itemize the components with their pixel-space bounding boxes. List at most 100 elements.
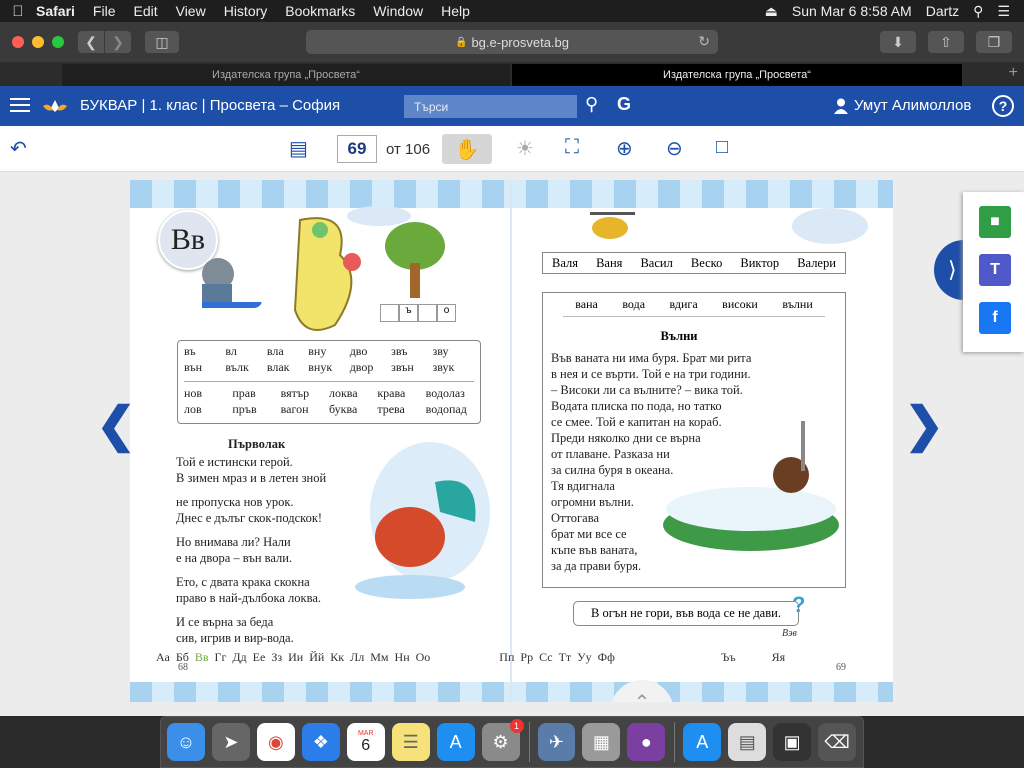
window-controls xyxy=(12,36,72,48)
clock[interactable]: Sun Mar 6 8:58 AM xyxy=(792,3,912,19)
helicopter-illustration xyxy=(590,212,635,239)
zoom-out-icon[interactable]: ⊖ xyxy=(666,136,683,161)
cloud-illustration xyxy=(792,208,868,244)
menu-view[interactable]: View xyxy=(176,3,206,19)
app-store-icon[interactable]: A xyxy=(436,723,475,761)
app-store-folder-icon[interactable]: A xyxy=(683,723,722,761)
prosveta-logo[interactable] xyxy=(40,96,70,116)
poem-stanza: Но внимава ли? Нали е на двора – вън вали… xyxy=(176,535,293,565)
control-center-icon[interactable]: ☰ xyxy=(997,3,1010,20)
new-tab-button[interactable]: + xyxy=(1009,64,1018,82)
poem-stanza: Той е истински герой. В зимен мраз и в ле… xyxy=(176,455,327,485)
bathtub-illustration xyxy=(663,421,839,551)
question-mark-icon: ? xyxy=(792,592,806,617)
share-side-panel: ■ T f xyxy=(963,192,1024,352)
document-icon[interactable]: ▤ xyxy=(728,723,767,761)
sidebar-toggle-button[interactable]: ◫ xyxy=(145,31,179,53)
alphabet-strip: Аа Бб Вв Гг Дд Ее Зз Ии Йй Кк Лл Мм Нн Оо Пп Рр Сс Тт Уу Ф… xyxy=(156,650,786,664)
forward-button[interactable]: ❯ xyxy=(105,31,131,53)
letter-tiles: ъ о xyxy=(380,304,456,322)
minimize-window-button[interactable] xyxy=(32,36,44,48)
syllable-row: нов прав вятър локва крава водолаз xyxy=(184,386,465,400)
fullscreen-icon[interactable]: ⛶ xyxy=(565,136,579,159)
menu-history[interactable]: History xyxy=(224,3,268,19)
tab-2-active[interactable]: Издателска група „Просвета“ xyxy=(512,64,962,86)
facebook-icon[interactable]: f xyxy=(979,302,1011,334)
chrome-icon[interactable]: ◉ xyxy=(256,723,295,761)
spotlight-icon[interactable]: ⚲ xyxy=(973,3,983,20)
poem-stanza: И се върна за беда сив, игрив и вир-вода. xyxy=(176,615,294,645)
zoom-window-button[interactable] xyxy=(52,36,64,48)
close-window-button[interactable] xyxy=(12,36,24,48)
trash-icon[interactable]: ⌫ xyxy=(818,723,857,761)
menu-help[interactable]: Help xyxy=(441,3,470,19)
archive-utility-icon[interactable]: ▦ xyxy=(582,723,621,761)
calendar-icon[interactable]: MAR 6 xyxy=(346,723,385,761)
help-button[interactable]: ? xyxy=(992,95,1014,117)
user-menu[interactable]: Умут Алимоллов xyxy=(834,97,971,114)
menu-extras: ⏏ Sun Mar 6 8:58 AM Dartz ⚲ ☰ xyxy=(765,0,1024,22)
return-icon[interactable]: ↶ xyxy=(10,136,27,161)
page-fold xyxy=(510,180,512,702)
notification-badge: 1 xyxy=(509,719,524,733)
menu-user[interactable]: Dartz xyxy=(926,3,959,19)
installer-icon[interactable]: ● xyxy=(627,723,666,761)
book-title[interactable]: БУКВАР | 1. клас | Просвета – София xyxy=(80,97,340,114)
launchpad-icon[interactable]: ➤ xyxy=(211,723,250,761)
proverb-answer: Вэв xyxy=(782,628,797,639)
page-number-right: 69 xyxy=(836,662,846,673)
poem-stanza: не пропуска нов урок. Днес е дълъг скок-п… xyxy=(176,495,323,525)
listen-icon[interactable]: ☀ xyxy=(516,136,534,161)
safari-icon[interactable]: ❖ xyxy=(301,723,340,761)
system-preferences-icon[interactable]: ⚙ 1 xyxy=(481,719,524,761)
syllable-table: въ вл вла вну дво звъ зву вън вълк влак внук двор з… xyxy=(177,340,481,424)
tabs-overview-button[interactable]: ❐ xyxy=(976,31,1012,53)
address-bar[interactable]: 🔒 bg.e-prosveta.bg ↻ xyxy=(306,30,718,54)
poem: Първолак Той е истински герой. В зимен мр… xyxy=(176,436,326,654)
lock-icon: 🔒 xyxy=(454,36,468,48)
share-button[interactable]: ⇧ xyxy=(928,31,964,53)
next-page-arrow-icon[interactable]: ❯ xyxy=(904,397,944,453)
apple-menu-icon[interactable]:  xyxy=(0,3,36,20)
menu-file[interactable]: File xyxy=(93,3,116,19)
google-classroom-icon[interactable]: ■ xyxy=(979,206,1011,238)
notes-icon[interactable]: ☰ xyxy=(391,723,430,761)
menu-app[interactable]: Safari xyxy=(36,3,75,19)
back-button[interactable]: ❮ xyxy=(78,31,104,53)
page-total: от 106 xyxy=(386,141,431,158)
crop-icon[interactable]: □ xyxy=(716,136,728,159)
history-nav: ❮ ❯ xyxy=(78,31,131,53)
add-page-icon[interactable]: ▤ xyxy=(289,136,308,161)
zoom-in-icon[interactable]: ⊕ xyxy=(616,136,633,161)
screenshot-icon[interactable]: ▣ xyxy=(773,723,812,761)
preview-icon[interactable]: ✈ xyxy=(537,723,576,761)
book-spread: Вв Вв ъ о въвлвлавнудвозвъзву xyxy=(130,180,893,702)
hamburger-menu-icon[interactable] xyxy=(10,98,30,113)
pan-hand-icon[interactable]: ✋ xyxy=(442,134,492,164)
dock: ☺ ➤ ◉ ❖ MAR 6 ☰ A ⚙ 1 ✈ ▦ ● A ▤ ▣ ⌫ xyxy=(160,716,864,768)
eject-icon[interactable]: ⏏ xyxy=(765,3,778,20)
menu-bookmarks[interactable]: Bookmarks xyxy=(285,3,355,19)
microsoft-teams-icon[interactable]: T xyxy=(979,254,1011,286)
downloads-button[interactable]: ⬇ xyxy=(880,31,916,53)
search-icon[interactable]: ⚲ xyxy=(585,94,598,115)
browser-toolbar: ❮ ❯ ◫ 🔒 bg.e-prosveta.bg ↻ ⬇ ⇧ ❐ xyxy=(0,22,1024,62)
tab-bar: Издателска група „Просвета“ Издателска г… xyxy=(0,62,1024,86)
google-icon[interactable]: G xyxy=(617,94,631,115)
letter-v-character-illustration xyxy=(293,217,361,331)
menu-edit[interactable]: Edit xyxy=(133,3,157,19)
tab-1[interactable]: Издателска група „Просвета“ xyxy=(62,64,510,86)
site-header: БУКВАР | 1. клас | Просвета – София Търс… xyxy=(0,86,1024,126)
url-text: bg.e-prosveta.bg xyxy=(471,34,570,50)
poem-title: Първолак xyxy=(228,437,286,451)
menu-window[interactable]: Window xyxy=(373,3,423,19)
page-number-input[interactable]: 69 xyxy=(337,135,377,163)
user-name: Умут Алимоллов xyxy=(854,97,972,114)
wolf-illustration xyxy=(202,258,262,308)
cloud-illustration xyxy=(347,206,411,226)
finder-icon[interactable]: ☺ xyxy=(167,723,205,761)
reader-toolbar: ↶ ▤ 69 от 106 ✋ ☀ ⛶ ⊕ ⊖ □ xyxy=(0,126,1024,172)
search-input[interactable]: Търси xyxy=(404,95,577,118)
reload-icon[interactable]: ↻ xyxy=(698,33,710,50)
toolbar-right: ⬇ ⇧ ❐ xyxy=(868,31,1012,53)
